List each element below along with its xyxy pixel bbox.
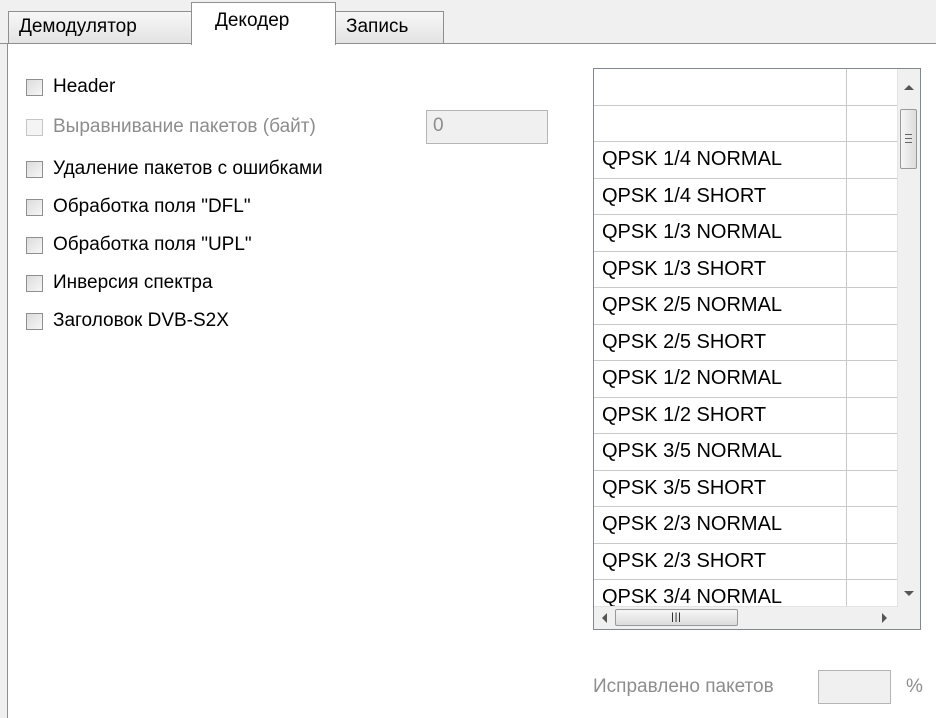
tab-label: Декодер [215, 10, 290, 31]
upl-label: Обработка поля "UPL" [53, 234, 252, 255]
alignment-label: Выравнивание пакетов (байт) [53, 116, 316, 137]
scrollbar-corner [898, 607, 920, 629]
grid-row[interactable] [594, 105, 898, 142]
value-cell[interactable] [847, 106, 898, 142]
modcod-cell[interactable] [594, 105, 847, 141]
spectrum-inversion-checkbox-row[interactable]: Инверсия спектра [26, 270, 213, 296]
modcod-cell[interactable]: QPSK 2/3 NORMAL [594, 507, 847, 543]
grid-row[interactable]: QPSK 2/3 NORMAL [594, 507, 898, 544]
value-cell[interactable] [847, 471, 898, 507]
upl-checkbox-row[interactable]: Обработка поля "UPL" [26, 232, 252, 258]
value-cell[interactable] [847, 179, 898, 215]
remove-errors-label: Удаление пакетов с ошибками [53, 158, 323, 179]
header-checkbox-row[interactable]: Header [26, 74, 115, 100]
value-cell[interactable] [847, 215, 898, 251]
remove-errors-checkbox-row[interactable]: Удаление пакетов с ошибками [26, 156, 323, 182]
tab-record[interactable]: Запись [335, 11, 444, 43]
scroll-up-icon[interactable] [904, 85, 914, 90]
modcod-cell[interactable]: QPSK 1/4 NORMAL [594, 142, 847, 178]
header-label: Header [53, 76, 116, 97]
value-cell[interactable] [847, 288, 898, 324]
grid-row[interactable]: QPSK 2/5 SHORT [594, 324, 898, 361]
value-cell[interactable] [847, 434, 898, 470]
value-cell[interactable] [847, 507, 898, 543]
percent-unit: % [906, 676, 923, 697]
dfl-checkbox[interactable] [26, 198, 43, 216]
value-cell[interactable] [847, 398, 898, 434]
grid-row[interactable] [594, 69, 898, 106]
tab-label: Демодулятор [19, 16, 137, 37]
dvbs2x-header-checkbox-row[interactable]: Заголовок DVB-S2X [26, 308, 229, 334]
tab-decoder[interactable]: Декодер [191, 2, 336, 45]
scroll-down-icon[interactable] [904, 591, 914, 596]
scroll-right-icon[interactable] [882, 613, 887, 623]
upl-checkbox[interactable] [26, 236, 43, 254]
dvbs2x-header-checkbox[interactable] [26, 312, 43, 330]
modcod-cell[interactable]: QPSK 1/2 SHORT [594, 397, 847, 433]
grid-row[interactable]: QPSK 1/2 SHORT [594, 397, 898, 434]
grid-row[interactable]: QPSK 3/5 SHORT [594, 470, 898, 507]
grid-row[interactable]: QPSK 2/5 NORMAL [594, 288, 898, 325]
vertical-scrollbar[interactable] [897, 69, 920, 609]
alignment-checkbox-row[interactable]: Выравнивание пакетов (байт) [26, 114, 316, 140]
header-checkbox[interactable] [26, 78, 43, 96]
fixed-packets-input[interactable] [818, 670, 891, 704]
value-cell[interactable] [847, 325, 898, 361]
grid-row[interactable]: QPSK 1/4 SHORT [594, 178, 898, 215]
value-cell[interactable] [847, 142, 898, 178]
grid-row[interactable]: QPSK 1/3 NORMAL [594, 215, 898, 252]
modcod-grid[interactable]: QPSK 1/4 NORMAL QPSK 1/4 SHORT QPSK 1/3 NO… [593, 68, 921, 630]
remove-errors-checkbox[interactable] [26, 160, 43, 178]
dvbs2x-header-label: Заголовок DVB-S2X [53, 310, 229, 331]
modcod-cell[interactable]: QPSK 3/4 NORMAL [594, 580, 847, 609]
alignment-bytes-input[interactable]: 0 [426, 110, 548, 144]
modcod-grid-body: QPSK 1/4 NORMAL QPSK 1/4 SHORT QPSK 1/3 NO… [594, 69, 898, 609]
value-cell[interactable] [847, 252, 898, 288]
modcod-cell[interactable]: QPSK 2/3 SHORT [594, 543, 847, 579]
value-cell[interactable] [847, 361, 898, 397]
alignment-value: 0 [433, 115, 444, 136]
alignment-checkbox[interactable] [26, 118, 43, 136]
tab-label: Запись [346, 16, 409, 37]
grid-row[interactable]: QPSK 1/2 NORMAL [594, 361, 898, 398]
modcod-cell[interactable]: QPSK 2/5 NORMAL [594, 288, 847, 324]
grid-row[interactable]: QPSK 2/3 SHORT [594, 543, 898, 580]
modcod-cell[interactable]: QPSK 1/2 NORMAL [594, 361, 847, 397]
spectrum-inversion-label: Инверсия спектра [53, 272, 213, 293]
value-cell[interactable] [847, 69, 898, 105]
horizontal-scrollbar[interactable]: ||| [594, 606, 898, 629]
grid-row[interactable]: QPSK 1/3 SHORT [594, 251, 898, 288]
spectrum-inversion-checkbox[interactable] [26, 274, 43, 292]
value-cell[interactable] [847, 580, 898, 609]
dfl-checkbox-row[interactable]: Обработка поля "DFL" [26, 194, 251, 220]
vertical-scroll-thumb[interactable] [900, 109, 917, 169]
value-cell[interactable] [847, 544, 898, 580]
modcod-cell[interactable]: QPSK 1/3 NORMAL [594, 215, 847, 251]
modcod-cell[interactable] [594, 69, 847, 105]
grid-row[interactable]: QPSK 1/4 NORMAL [594, 142, 898, 179]
tab-demodulator[interactable]: Демодулятор [8, 11, 192, 43]
modcod-cell[interactable]: QPSK 3/5 SHORT [594, 470, 847, 506]
modcod-cell[interactable]: QPSK 1/4 SHORT [594, 178, 847, 214]
modcod-cell[interactable]: QPSK 3/5 NORMAL [594, 434, 847, 470]
grid-row[interactable]: QPSK 3/5 NORMAL [594, 434, 898, 471]
grid-row[interactable]: QPSK 3/4 NORMAL [594, 580, 898, 609]
horizontal-scroll-thumb[interactable]: ||| [615, 609, 738, 626]
dfl-label: Обработка поля "DFL" [53, 196, 251, 217]
modcod-cell[interactable]: QPSK 1/3 SHORT [594, 251, 847, 287]
modcod-cell[interactable]: QPSK 2/5 SHORT [594, 324, 847, 360]
fixed-packets-label: Исправлено пакетов [593, 676, 774, 697]
scroll-left-icon[interactable] [602, 613, 607, 623]
tab-strip: Демодулятор Декодер Запись [0, 0, 936, 45]
